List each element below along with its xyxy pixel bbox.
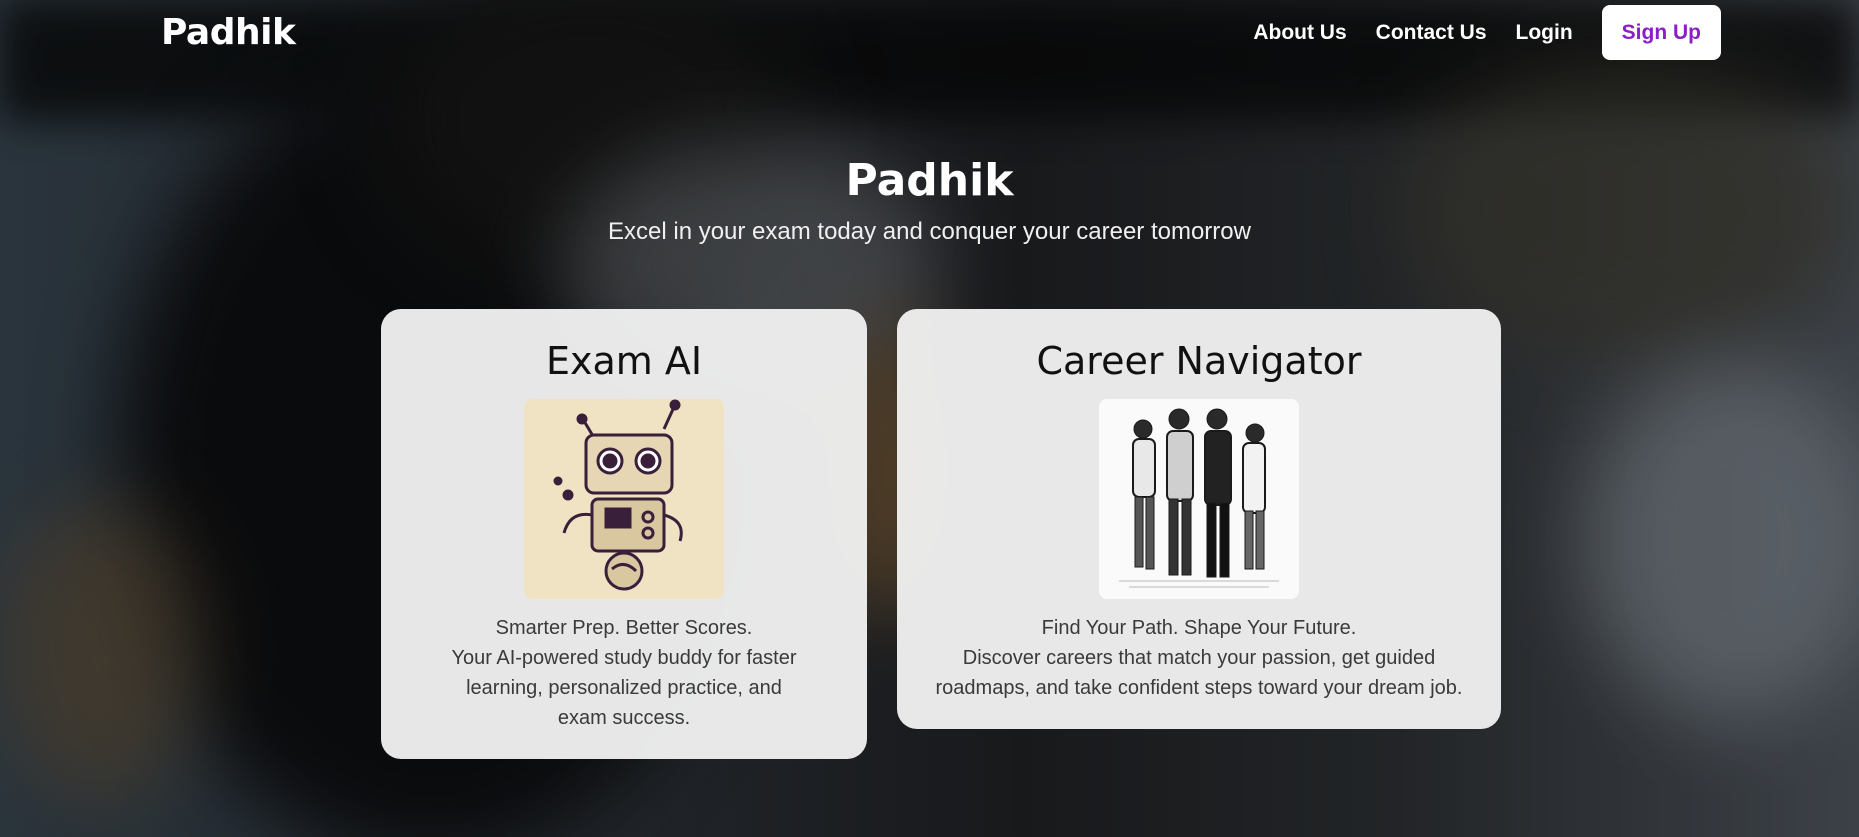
card-tagline: Find Your Path. Shape Your Future. <box>1041 617 1357 639</box>
signup-button[interactable]: Sign Up <box>1601 5 1721 60</box>
nav-link-login[interactable]: Login <box>1516 21 1573 45</box>
nav-links: About Us Contact Us Login Sign Up <box>1224 5 1721 60</box>
card-career-navigator[interactable]: Career Navigator Find Your Path. Shape Y… <box>897 309 1501 729</box>
card-exam-ai[interactable]: Exam AI Smarter Prep. Better Scores. You… <box>381 309 867 759</box>
card-title: Career Navigator <box>1036 339 1362 383</box>
hero-subtitle: Excel in your exam today and conquer you… <box>608 218 1251 245</box>
card-description: Find Your Path. Shape Your Future. Disco… <box>897 613 1501 703</box>
navbar: Padhik About Us Contact Us Login Sign Up <box>0 0 1859 66</box>
robot-sketch-image <box>524 399 724 599</box>
card-tagline: Smarter Prep. Better Scores. <box>495 617 753 639</box>
card-title: Exam AI <box>545 339 703 383</box>
card-body-text: Your AI-powered study buddy for faster l… <box>451 647 797 729</box>
people-walking-sketch-image <box>1099 399 1299 599</box>
brand-logo[interactable]: Padhik <box>161 12 296 53</box>
card-description: Smarter Prep. Better Scores. Your AI-pow… <box>381 613 867 733</box>
card-body-text: Discover careers that match your passion… <box>935 647 1463 699</box>
nav-link-about[interactable]: About Us <box>1253 21 1346 45</box>
hero-title: Padhik <box>845 155 1014 206</box>
nav-link-contact[interactable]: Contact Us <box>1376 21 1487 45</box>
